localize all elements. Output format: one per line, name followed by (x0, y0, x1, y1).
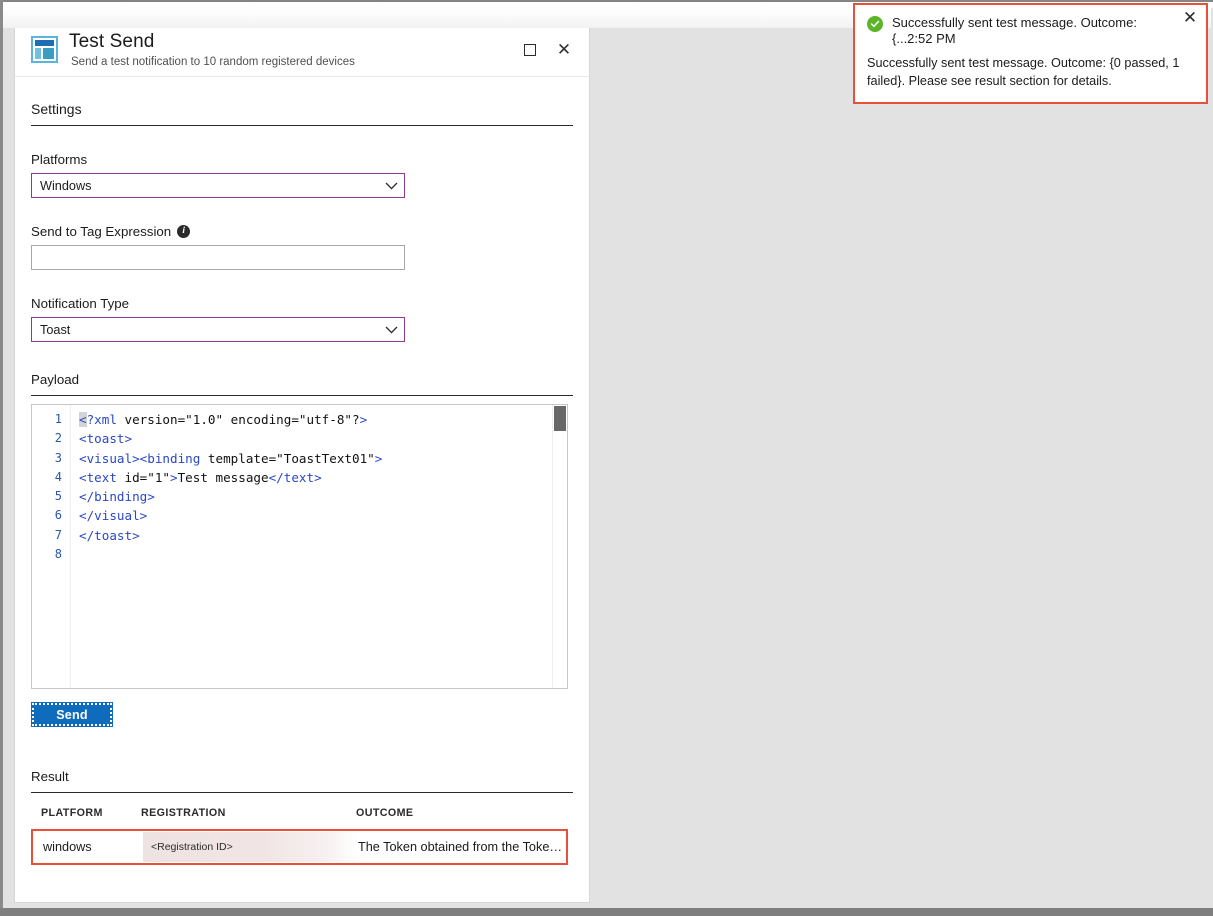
code-scrollbar-thumb[interactable] (554, 406, 566, 431)
notification-close-button[interactable]: ✕ (1180, 7, 1200, 27)
code-line: <visual><binding template="ToastText01"> (79, 450, 383, 466)
chevron-down-icon (378, 326, 404, 334)
platforms-label-text: Platforms (31, 152, 88, 167)
notification-type-label: Notification Type (31, 296, 573, 311)
column-header-registration: REGISTRATION (141, 807, 226, 819)
icon-column-right (43, 48, 54, 59)
maximize-icon (524, 44, 536, 56)
result-section-heading: Result (31, 769, 573, 793)
icon-top-bar (35, 40, 54, 46)
app-chrome-bottom-edge (0, 908, 1213, 916)
cell-registration: <Registration ID> (143, 832, 358, 862)
column-header-outcome: OUTCOME (356, 807, 414, 819)
close-button[interactable]: ✕ (551, 37, 577, 63)
info-icon[interactable]: i (177, 225, 191, 238)
cell-outcome: The Token obtained from the Token ... (358, 840, 566, 854)
close-icon: ✕ (1182, 7, 1198, 27)
code-line: </toast> (79, 527, 140, 543)
line-number: 5 (54, 489, 62, 504)
code-line: <toast> (79, 431, 133, 447)
payload-section-heading: Payload (31, 372, 573, 396)
notification-type-label-text: Notification Type (31, 296, 130, 311)
tag-expression-input[interactable] (31, 245, 405, 270)
chevron-down-icon (378, 182, 404, 190)
cell-platform: windows (43, 840, 92, 854)
tag-expression-label: Send to Tag Expression i (31, 224, 573, 239)
notification-type-selected-value: Toast (40, 322, 71, 337)
icon-body (35, 48, 54, 59)
page-title: Test Send (69, 31, 155, 52)
settings-section-heading: Settings (31, 77, 573, 126)
notification-body: Successfully sent test message. Outcome:… (867, 56, 1180, 88)
line-number: 4 (54, 469, 62, 484)
notification-title: Successfully sent test message. Outcome:… (892, 15, 1137, 46)
payload-code-editor[interactable]: 1 2 3 4 5 6 7 8 <?xml version="1.0" enco… (31, 404, 568, 689)
success-check-icon (867, 16, 883, 32)
line-number: 7 (54, 527, 62, 542)
maximize-button[interactable] (517, 37, 543, 63)
test-send-icon (31, 36, 58, 63)
result-table: PLATFORM REGISTRATION OUTCOME windows <R… (31, 793, 568, 865)
redacted-registration-id: <Registration ID> (143, 832, 358, 862)
app-chrome-left-edge (0, 0, 3, 916)
line-number: 1 (54, 412, 62, 426)
code-line: <text id="1">Test message</text> (79, 469, 322, 485)
table-row[interactable]: windows <Registration ID> The Token obta… (31, 829, 568, 865)
notification-title-row: Successfully sent test message. Outcome:… (867, 15, 1194, 47)
code-content[interactable]: <?xml version="1.0" encoding="utf-8"?> <… (71, 405, 567, 688)
line-number: 8 (54, 547, 62, 562)
platforms-selected-value: Windows (40, 178, 92, 193)
column-header-platform: PLATFORM (41, 807, 103, 819)
platforms-dropdown[interactable]: Windows (31, 173, 405, 198)
line-number: 6 (54, 508, 62, 523)
line-number: 3 (54, 450, 62, 465)
send-button[interactable]: Send (31, 702, 113, 727)
code-line: </binding> (79, 489, 155, 505)
platforms-label: Platforms (31, 152, 573, 167)
code-line: <?xml version="1.0" encoding="utf-8"?> (79, 412, 368, 427)
test-send-blade: Test Send Send a test notification to 10… (14, 28, 590, 903)
code-gutter: 1 2 3 4 5 6 7 8 (32, 405, 71, 688)
table-header-row: PLATFORM REGISTRATION OUTCOME (31, 793, 568, 829)
code-scrollbar[interactable] (552, 405, 567, 688)
blade-body: Settings Platforms Windows Send to Tag E… (15, 77, 589, 865)
code-line: </visual> (79, 508, 148, 524)
tag-expression-label-text: Send to Tag Expression (31, 224, 172, 239)
page-subtitle: Send a test notification to 10 random re… (71, 56, 355, 68)
icon-column-left (35, 48, 41, 59)
line-number: 2 (54, 431, 62, 446)
blade-header: Test Send Send a test notification to 10… (15, 28, 589, 77)
notification-toast: Successfully sent test message. Outcome:… (853, 3, 1208, 104)
close-icon: ✕ (556, 40, 572, 59)
registration-id-text: <Registration ID> (151, 841, 233, 853)
notification-type-dropdown[interactable]: Toast (31, 317, 405, 342)
